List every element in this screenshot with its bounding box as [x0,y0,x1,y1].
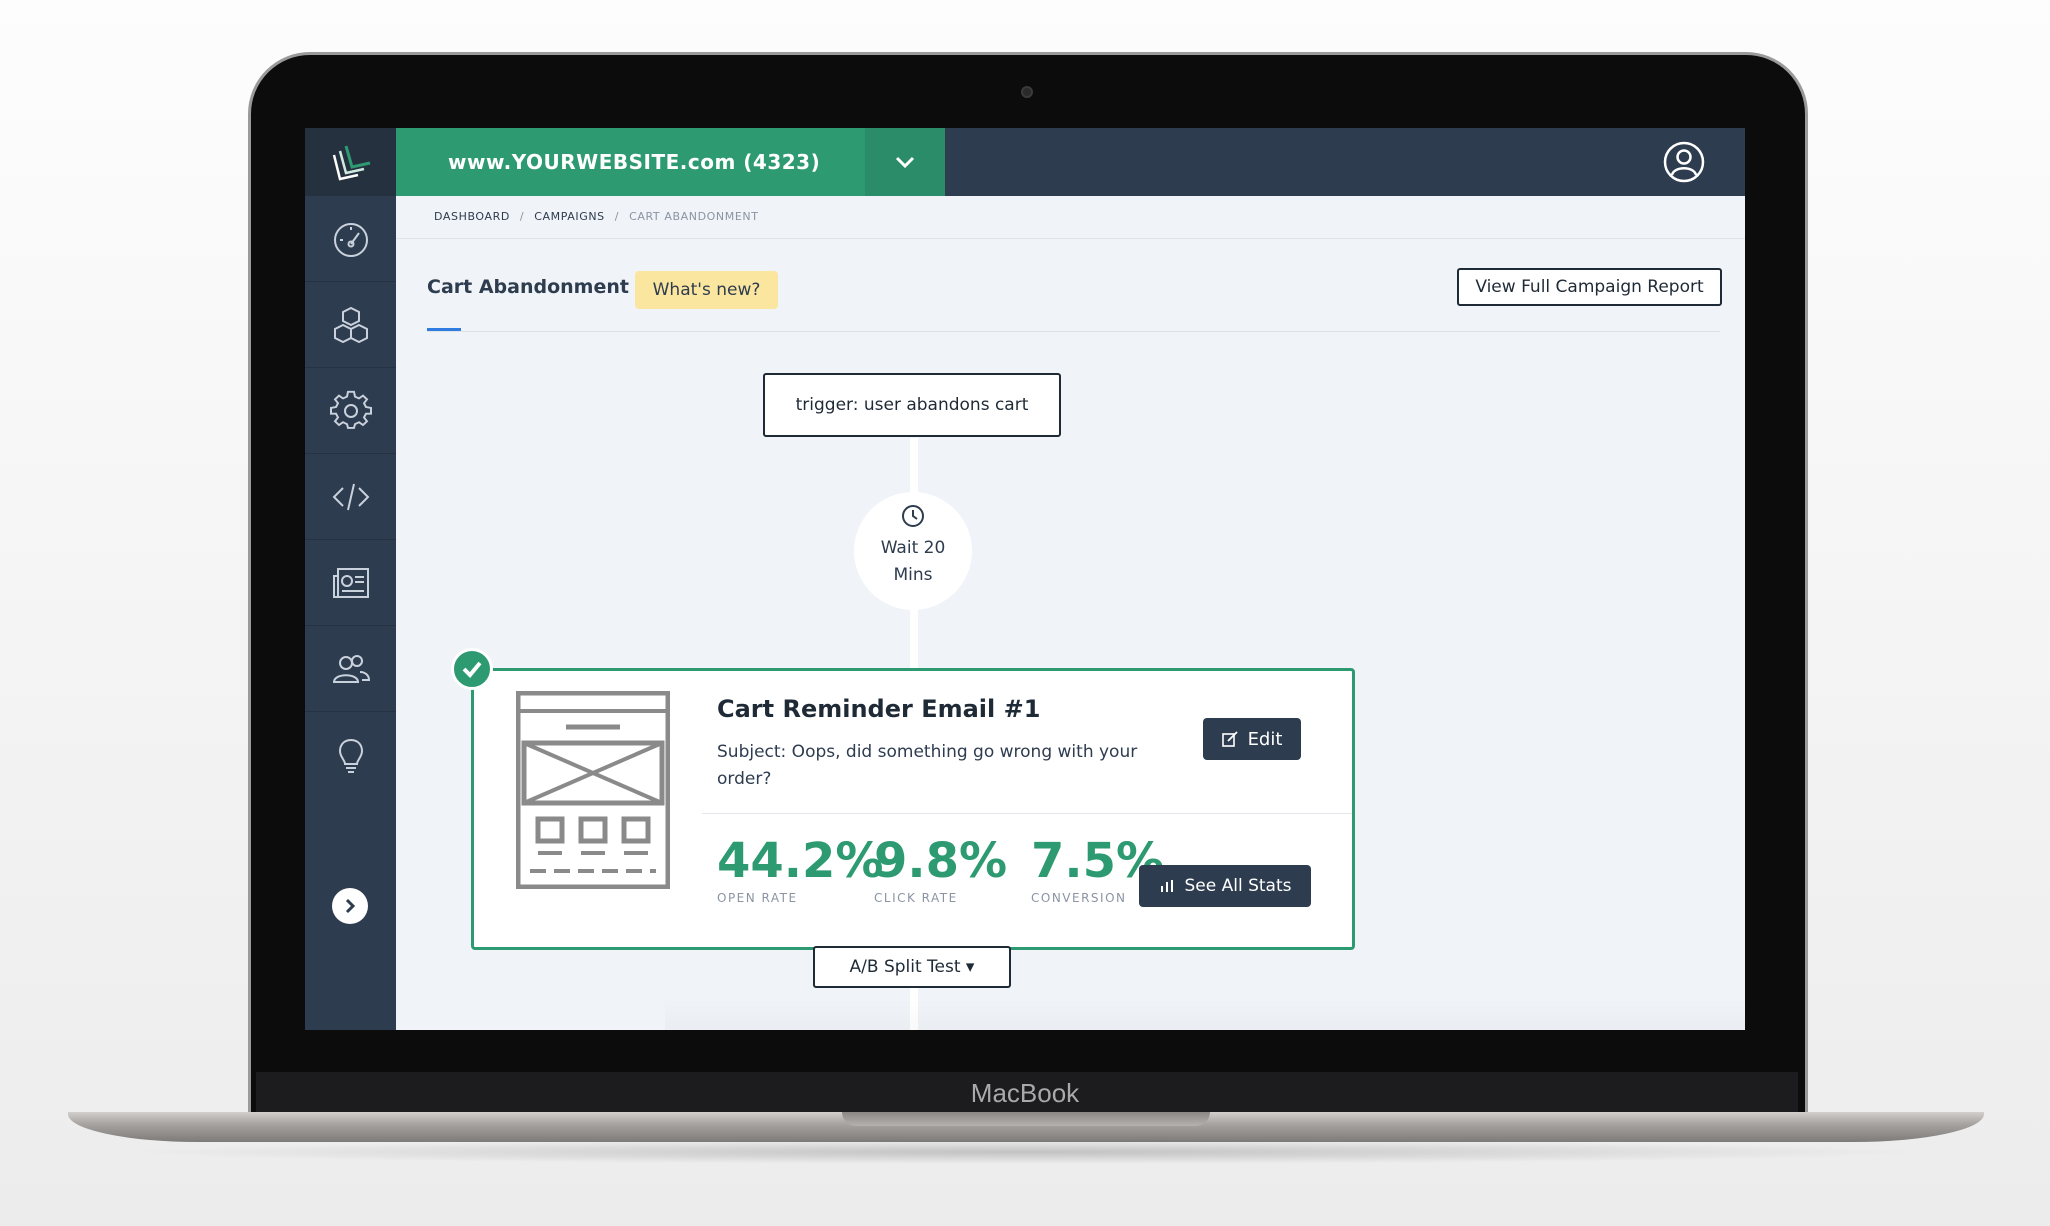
breadcrumb-campaigns[interactable]: CAMPAIGNS [534,210,605,223]
device-brand-label: MacBook [970,1078,1080,1108]
site-selector[interactable]: www.YOURWEBSITE.com (4323) [396,128,945,196]
bar-chart-icon [1160,880,1173,892]
see-all-stats-label: See All Stats [1184,876,1292,896]
trigger-node[interactable]: trigger: user abandons cart [763,373,1061,437]
ab-split-test-button[interactable]: A/B Split Test ▾ [813,946,1011,988]
view-report-button[interactable]: View Full Campaign Report [1457,268,1722,306]
users-icon [332,654,370,683]
stat-label: CLICK RATE [874,891,958,905]
sidebar-item-dashboard[interactable] [305,196,396,282]
whats-new-badge[interactable]: What's new? [635,271,778,309]
site-name: www.YOURWEBSITE.com (4323) [448,150,821,174]
breadcrumb-separator: / [519,210,525,223]
wait-label: Wait 20 Mins [880,538,946,585]
app-logo[interactable] [305,128,396,196]
breadcrumb-current: CART ABANDONMENT [629,210,759,223]
email-template-thumbnail-icon [516,691,670,889]
content-fade [665,998,1745,1030]
laptop-shadow [120,1140,1930,1164]
ab-split-test-label: A/B Split Test [849,957,961,977]
see-all-stats-button[interactable]: See All Stats [1139,865,1311,907]
user-account-icon[interactable] [1663,141,1705,183]
sidebar-item-ideas[interactable] [305,712,396,798]
lightbulb-icon [338,738,363,773]
edit-button-label: Edit [1247,728,1283,750]
app-screen: www.YOURWEBSITE.com (4323) DASHBOARD / C… [305,128,1745,1030]
logo-icon [332,145,370,181]
stat-label: OPEN RATE [717,891,798,905]
step-complete-check-icon [451,648,493,690]
sidebar [305,128,396,1030]
top-bar: www.YOURWEBSITE.com (4323) [396,128,1745,196]
card-divider [702,813,1352,814]
email-step-card[interactable]: Cart Reminder Email #1 Subject: Oops, di… [471,668,1355,950]
stat-open-rate: 44.2% OPEN RATE [717,833,884,905]
page-title: Cart Abandonment [427,276,629,298]
code-icon [332,483,369,510]
newspaper-icon [332,567,369,598]
wait-node[interactable]: Wait 20 Mins [854,492,972,610]
stat-value: 9.8% [874,833,1008,889]
edit-icon [1221,731,1238,747]
dashboard-gauge-icon [333,222,368,257]
breadcrumb: DASHBOARD / CAMPAIGNS / CART ABANDONMENT [434,210,759,223]
caret-down-icon: ▾ [965,957,975,977]
sidebar-item-reports[interactable] [305,540,396,626]
breadcrumb-dashboard[interactable]: DASHBOARD [434,210,510,223]
stat-click-rate: 9.8% CLICK RATE [874,833,1007,905]
sidebar-item-products[interactable] [305,282,396,368]
sidebar-item-settings[interactable] [305,368,396,454]
chevron-down-icon [895,156,915,169]
sidebar-item-code[interactable] [305,454,396,540]
email-title: Cart Reminder Email #1 [717,695,1041,723]
sidebar-item-users[interactable] [305,626,396,712]
content-divider [427,331,1720,332]
edit-email-button[interactable]: Edit [1203,718,1301,760]
stat-value: 44.2% [717,833,884,889]
clock-icon [902,505,924,527]
email-subject: Subject: Oops, did something go wrong wi… [717,742,1138,789]
header-divider [396,238,1745,239]
chevron-right-icon [345,898,356,914]
cubes-icon [333,306,368,343]
camera-icon [1021,86,1033,98]
sidebar-expand-button[interactable] [332,888,368,924]
breadcrumb-separator: / [614,210,620,223]
site-dropdown-toggle[interactable] [865,128,945,196]
laptop-hinge-notch [842,1112,1210,1126]
gear-icon [329,390,372,429]
